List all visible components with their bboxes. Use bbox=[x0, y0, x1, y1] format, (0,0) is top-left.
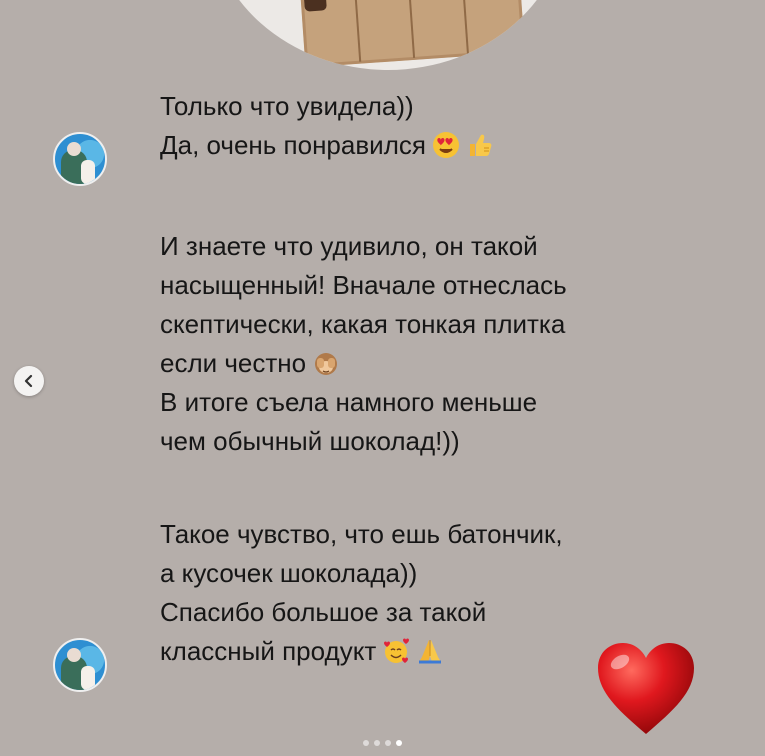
see-no-evil-monkey-emoji-icon bbox=[315, 353, 338, 375]
pagination-dots bbox=[0, 740, 765, 746]
chocolate-piece bbox=[303, 0, 327, 12]
message-2: И знаете что удивило, он такой насыщенны… bbox=[160, 227, 567, 461]
message-line: Такое чувство, что ешь батончик, bbox=[160, 519, 563, 549]
message-line: Спасибо большое за такой bbox=[160, 597, 487, 627]
back-button[interactable] bbox=[14, 366, 44, 396]
pagination-dot[interactable] bbox=[363, 740, 369, 746]
message-1: Только что увидела)) Да, очень понравилс… bbox=[160, 87, 494, 165]
shared-photo[interactable] bbox=[208, 0, 568, 70]
message-line: И знаете что удивило, он такой bbox=[160, 231, 538, 261]
message-line: если честно bbox=[160, 348, 307, 378]
heart-eyes-emoji-icon bbox=[432, 132, 459, 158]
message-line: В итоге съела намного меньше bbox=[160, 387, 538, 417]
red-heart-sticker-icon bbox=[598, 643, 694, 734]
avatar[interactable] bbox=[53, 638, 107, 692]
message-3: Такое чувство, что ешь батончик, а кусоч… bbox=[160, 515, 563, 671]
chevron-left-icon bbox=[24, 374, 33, 388]
pagination-dot[interactable] bbox=[385, 740, 391, 746]
message-line: Да, очень понравился bbox=[160, 130, 426, 160]
pagination-dot-active[interactable] bbox=[396, 740, 402, 746]
avatar[interactable] bbox=[53, 132, 107, 186]
message-line: скептически, какая тонкая плитка bbox=[160, 309, 566, 339]
message-line: классный продукт bbox=[160, 636, 377, 666]
folded-hands-emoji-icon bbox=[419, 640, 442, 664]
thumbs-up-emoji-icon bbox=[469, 134, 492, 156]
message-line: насыщенный! Вначале отнеслась bbox=[160, 270, 567, 300]
smiling-face-with-hearts-emoji-icon bbox=[384, 638, 410, 663]
message-line: Только что увидела)) bbox=[160, 91, 414, 121]
pagination-dot[interactable] bbox=[374, 740, 380, 746]
message-line: чем обычный шоколад!)) bbox=[160, 426, 460, 456]
message-line: а кусочек шоколада)) bbox=[160, 558, 418, 588]
chocolate-bar-image bbox=[295, 0, 525, 68]
